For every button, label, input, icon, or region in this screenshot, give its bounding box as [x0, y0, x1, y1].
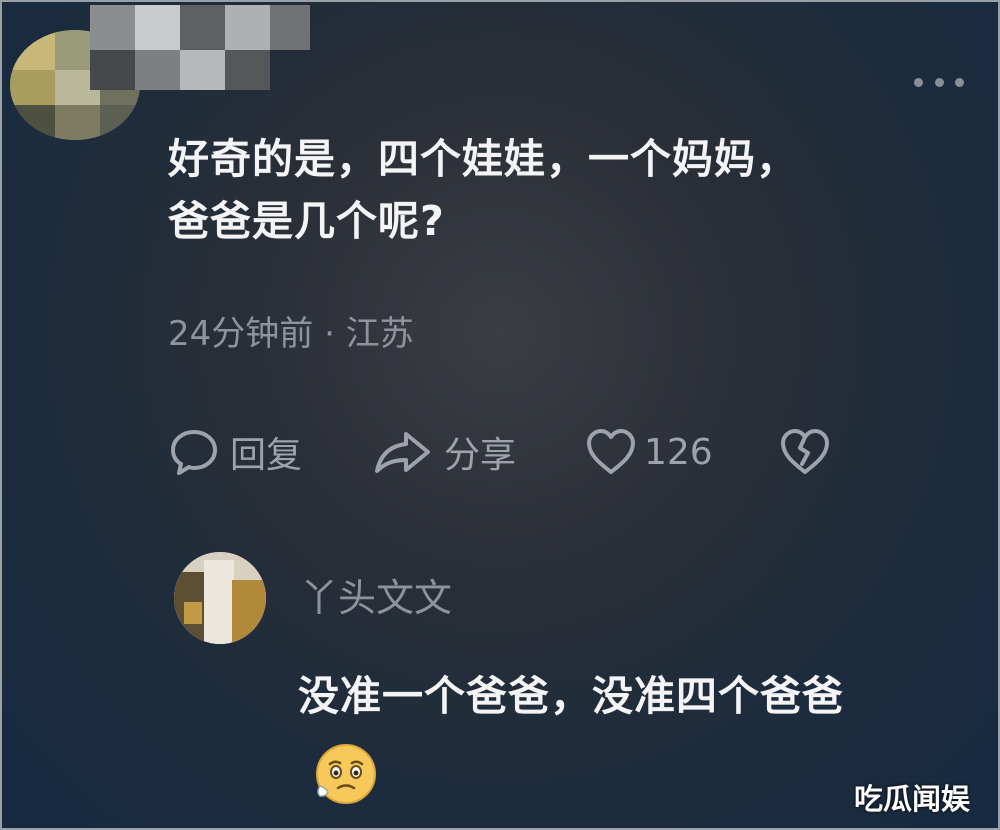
- comment-meta: 24分钟前 · 江苏: [168, 306, 414, 355]
- heart-outline-icon: [587, 429, 635, 474]
- share-button[interactable]: 分享: [372, 422, 516, 482]
- broken-heart-icon: [781, 429, 829, 474]
- comment-text: 好奇的是，四个娃娃，一个妈妈， 爸爸是几个呢?: [168, 128, 958, 252]
- like-count: 126: [644, 431, 713, 473]
- comment-time: 24分钟前: [168, 314, 314, 354]
- comment-actions: 回复 分享 126: [168, 422, 868, 482]
- reply-avatar[interactable]: [174, 552, 266, 644]
- comment-location: 江苏: [345, 314, 414, 354]
- watermark: 吃瓜闻娱: [854, 782, 971, 816]
- comment-line-1: 好奇的是，四个娃娃，一个妈妈，: [168, 135, 798, 183]
- more-options-button[interactable]: [914, 70, 964, 94]
- reply-text: 没准一个爸爸，没准四个爸爸: [298, 672, 844, 720]
- comment-bubble-icon: [171, 430, 217, 475]
- more-dots-icon: [914, 77, 923, 87]
- like-button[interactable]: 126: [584, 422, 713, 482]
- share-label: 分享: [444, 435, 517, 476]
- worried-face-icon: [316, 744, 376, 804]
- meta-separator: ·: [313, 314, 346, 354]
- dislike-button[interactable]: [778, 422, 832, 482]
- reply-username[interactable]: 丫头文文: [300, 567, 452, 622]
- reply-button[interactable]: 回复: [168, 422, 302, 482]
- reply-label: 回复: [230, 435, 303, 476]
- share-arrow-icon: [375, 432, 430, 473]
- comment-line-2: 爸爸是几个呢?: [168, 197, 445, 245]
- censored-username: [90, 5, 320, 95]
